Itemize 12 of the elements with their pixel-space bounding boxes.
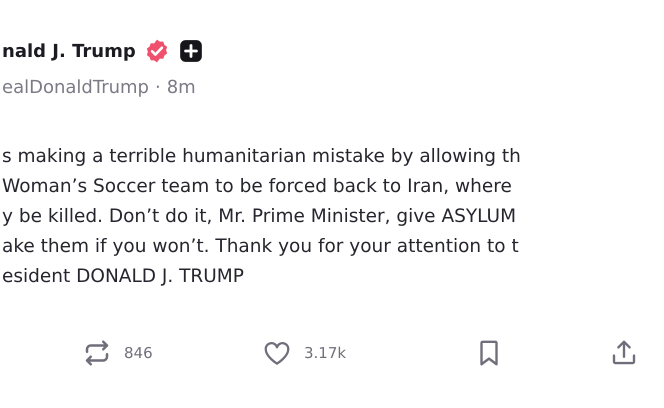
post-text-line: s making a terrible humanitarian mistake by allowing th [2, 145, 522, 169]
plus-badge-icon [178, 38, 204, 64]
post-text-line: y be killed. Don’t do it, Mr. Prime Minister, give ASYLUM [2, 205, 518, 229]
author-name: nald J. Trump [2, 40, 136, 62]
author-handle: ealDonaldTrump [2, 77, 149, 98]
action-count: 846 [124, 344, 153, 362]
post-text-line: Woman’s Soccer team to be forced back to Iran, where [2, 175, 513, 199]
post-text-line: esident DONALD J. TRUMP [2, 265, 245, 289]
action-count: 3.17k [304, 344, 346, 362]
separator-dot: · [154, 77, 161, 98]
post-time: 8m [166, 77, 196, 98]
post-text-line: ake them if you won’t. Thank you for your attention to t [2, 235, 520, 259]
